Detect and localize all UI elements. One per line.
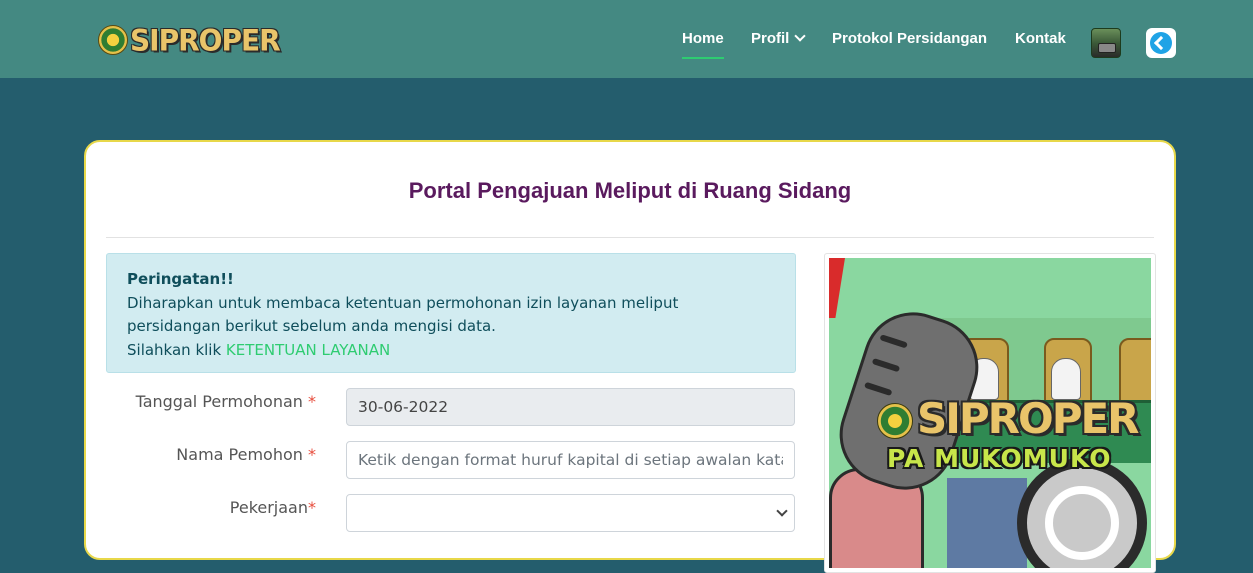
nama-label-text: Nama Pemohon xyxy=(176,445,308,464)
pekerjaan-label: Pekerjaan* xyxy=(106,498,316,517)
tanggal-label-text: Tanggal Permohonan xyxy=(135,392,308,411)
mic-grille-line xyxy=(863,381,893,397)
form-card: Portal Pengajuan Meliput di Ruang Sidang… xyxy=(84,140,1176,573)
judge-chair xyxy=(1119,338,1151,402)
title-divider xyxy=(106,237,1154,238)
warning-alert: Peringatan!! Diharapkan untuk membaca ke… xyxy=(106,253,796,373)
poster-subtitle: PA MUKOMUKO xyxy=(887,444,1112,473)
alert-title: Peringatan!! xyxy=(127,270,234,288)
logout-icon[interactable] xyxy=(1146,28,1176,58)
brand-logo[interactable]: SIPROPER xyxy=(98,22,281,58)
pekerjaan-select[interactable] xyxy=(346,494,795,532)
nav-protokol-persidangan[interactable]: Protokol Persidangan xyxy=(832,30,987,47)
poster-panel xyxy=(947,478,1027,568)
camera-lens-icon xyxy=(1017,458,1147,568)
chevron-down-icon xyxy=(794,30,807,42)
nav-home[interactable]: Home xyxy=(682,30,724,59)
mic-grille-line xyxy=(879,334,908,349)
tanggal-label: Tanggal Permohonan * xyxy=(106,392,316,411)
siproper-poster: SIPROPER PA MUKOMUKO xyxy=(829,258,1151,568)
alert-instruction-text: Silahkan klik xyxy=(127,340,226,359)
nav-profil[interactable]: Profil xyxy=(751,30,807,47)
brand-logo-text: SIPROPER xyxy=(130,22,281,58)
required-mark: * xyxy=(308,392,316,411)
logout-icon-glyph xyxy=(1150,32,1172,54)
chevron-down-icon xyxy=(776,505,788,517)
nav-kontak[interactable]: Kontak xyxy=(1015,30,1066,47)
emblem-icon xyxy=(877,403,913,439)
poster-frame: SIPROPER PA MUKOMUKO xyxy=(824,253,1156,573)
mic-grille-line xyxy=(871,357,901,373)
app-icon[interactable] xyxy=(1091,28,1121,58)
nav-profil-label: Profil xyxy=(751,30,790,47)
poster-logo-text: SIPROPER xyxy=(917,394,1140,443)
flag-icon xyxy=(829,258,845,318)
terms-link[interactable]: KETENTUAN LAYANAN xyxy=(226,341,390,359)
alert-message: Diharapkan untuk membaca ketentuan permo… xyxy=(127,293,679,336)
alert-instruction: Silahkan klik KETENTUAN LAYANAN xyxy=(127,339,775,363)
tanggal-permohonan-input[interactable] xyxy=(346,388,795,426)
navbar: SIPROPER Home Profil Protokol Persidanga… xyxy=(0,0,1253,78)
pekerjaan-label-text: Pekerjaan xyxy=(229,498,308,517)
required-mark: * xyxy=(308,445,316,464)
page-title: Portal Pengajuan Meliput di Ruang Sidang xyxy=(408,178,852,203)
required-mark: * xyxy=(308,498,316,517)
nama-pemohon-input[interactable] xyxy=(346,441,795,479)
nama-label: Nama Pemohon * xyxy=(106,445,316,464)
emblem-icon xyxy=(98,25,128,55)
